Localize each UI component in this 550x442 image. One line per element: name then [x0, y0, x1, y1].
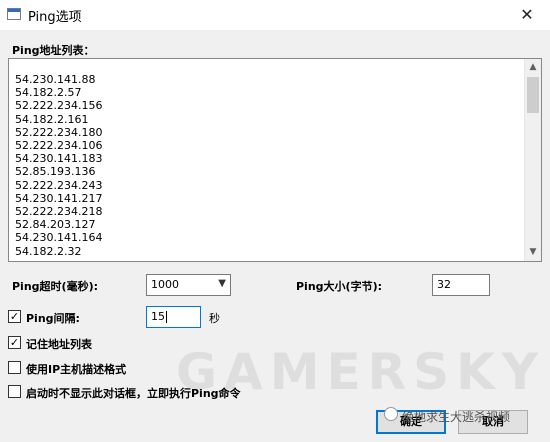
- interval-label: Ping间隔:: [26, 312, 80, 325]
- watermark-caption: 绝地求生大逃杀视频: [402, 410, 511, 424]
- list-item[interactable]: 54.230.141.164: [15, 231, 102, 244]
- list-item[interactable]: 54.182.2.57: [15, 86, 102, 99]
- chevron-up-icon[interactable]: ▲: [525, 59, 541, 76]
- list-item[interactable]: 52.222.234.243: [15, 179, 102, 192]
- skip-dialog-checkbox[interactable]: [8, 385, 21, 398]
- ip-host-format-checkbox[interactable]: [8, 361, 21, 374]
- title-bar: Ping选项 ✕: [0, 0, 550, 30]
- interval-value: 15: [151, 310, 167, 323]
- list-item[interactable]: 54.230.141.88: [15, 73, 102, 86]
- remember-list-checkbox[interactable]: ✓: [8, 336, 21, 349]
- scrollbar-thumb[interactable]: [527, 77, 539, 113]
- list-item[interactable]: 52.222.234.218: [15, 205, 102, 218]
- checkmark-icon: ✓: [9, 336, 20, 349]
- list-item[interactable]: 52.84.203.127: [15, 218, 102, 231]
- checkmark-icon: ✓: [9, 310, 20, 323]
- list-item[interactable]: 54.230.141.183: [15, 152, 102, 165]
- close-button[interactable]: ✕: [504, 0, 550, 30]
- list-item[interactable]: 54.182.2.161: [15, 113, 102, 126]
- chevron-down-icon[interactable]: ▼: [525, 244, 541, 261]
- list-item[interactable]: 52.222.234.106: [15, 139, 102, 152]
- size-label: Ping大小(字节):: [296, 280, 382, 293]
- address-list-label: Ping地址列表：: [12, 44, 95, 57]
- interval-unit: 秒: [209, 312, 220, 325]
- address-list[interactable]: 54.230.141.88 54.182.2.57 52.222.234.156…: [8, 58, 542, 262]
- chevron-down-icon: ▼: [218, 278, 226, 289]
- list-item[interactable]: 52.222.234.180: [15, 126, 102, 139]
- address-list-items: 54.230.141.88 54.182.2.57 52.222.234.156…: [15, 73, 102, 258]
- watermark-logo-icon: [384, 407, 398, 421]
- interval-checkbox[interactable]: ✓: [8, 310, 21, 323]
- interval-input[interactable]: 15: [146, 306, 201, 328]
- vertical-scrollbar[interactable]: ▲ ▼: [524, 59, 541, 261]
- timeout-select[interactable]: 1000 ▼: [146, 274, 231, 296]
- dialog-body: Ping地址列表： 54.230.141.88 54.182.2.57 52.2…: [0, 30, 550, 442]
- timeout-value: 1000: [151, 278, 179, 291]
- list-item[interactable]: 52.85.193.136: [15, 165, 102, 178]
- watermark: GAMERSKY: [176, 343, 546, 401]
- window-icon: [7, 8, 21, 20]
- size-input[interactable]: 32: [432, 274, 490, 296]
- list-item[interactable]: 54.182.2.32: [15, 245, 102, 258]
- ip-host-format-label: 使用IP主机描述格式: [26, 363, 127, 376]
- list-item[interactable]: 54.230.141.217: [15, 192, 102, 205]
- size-value: 32: [437, 278, 451, 291]
- list-item[interactable]: 52.222.234.156: [15, 99, 102, 112]
- window-title: Ping选项: [28, 10, 82, 25]
- remember-list-label: 记住地址列表: [26, 338, 92, 351]
- close-icon: ✕: [520, 5, 534, 24]
- timeout-label: Ping超时(毫秒):: [12, 280, 98, 293]
